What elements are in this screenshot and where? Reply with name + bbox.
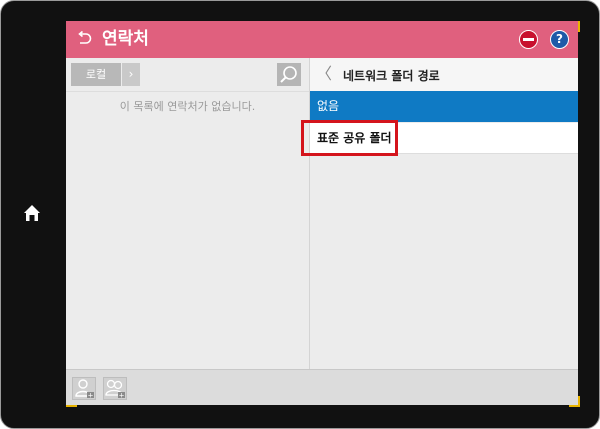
page-title: 연락처 [102,29,149,49]
chevron-left-icon[interactable]: 〈 [316,64,332,84]
search-icon [280,66,297,83]
home-button[interactable] [21,202,43,224]
panel-header: 〈 네트워크 폴더 경로 [310,58,578,92]
contacts-list-panel: 로컬 › 이 목록에 연락처가 없습니다. [66,58,310,369]
add-group-icon: + [105,379,125,400]
printer-screen: 연락처 ? 로컬 › 이 목록에 연락처가 없습니다. 〈 네트워크 폴더 경로… [66,21,578,405]
option-label: 없음 [317,99,340,113]
home-icon [24,205,40,221]
stop-button[interactable] [519,30,538,49]
add-contact-icon: + [75,379,94,400]
empty-list-message: 이 목록에 연락처가 없습니다. [119,100,256,113]
bottom-toolbar: + + [66,369,578,405]
add-contact-button[interactable]: + [72,377,96,400]
back-button[interactable] [75,30,93,48]
undo-arrow-icon [78,30,92,44]
svg-text:+: + [119,392,125,400]
panel-title: 네트워크 폴더 경로 [343,69,440,83]
local-source-button[interactable]: 로컬 › [71,63,140,86]
network-folder-panel: 〈 네트워크 폴더 경로 없음 표준 공유 폴더 [310,58,578,369]
chevron-right-icon: › [122,63,140,86]
option-none[interactable]: 없음 [310,91,578,122]
svg-text:+: + [88,392,94,400]
highlight-box [301,120,398,156]
divider [66,91,309,92]
local-source-label: 로컬 [71,63,121,86]
help-button[interactable]: ? [550,30,569,49]
search-button[interactable] [277,63,301,86]
add-group-button[interactable]: + [103,377,127,400]
title-bar: 연락처 ? [66,21,578,58]
